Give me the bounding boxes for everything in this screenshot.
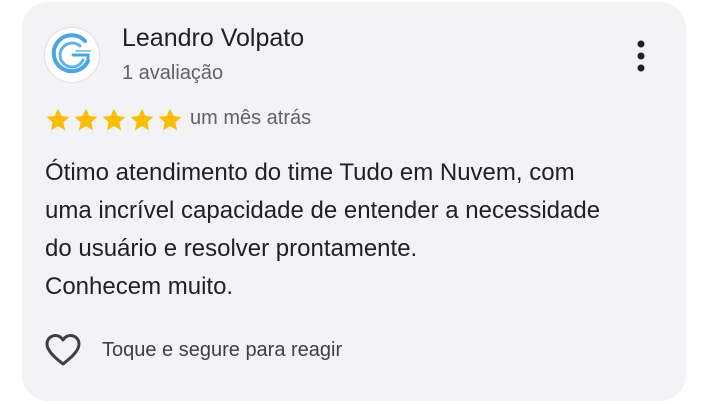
- star-icon: [44, 106, 72, 134]
- react-button[interactable]: Toque e segure para reagir: [44, 330, 342, 370]
- review-card: Leandro Volpato 1 avaliação um mês atrás…: [22, 2, 686, 401]
- review-text-line: uma incrível capacidade de entender a ne…: [45, 197, 601, 224]
- star-icon: [128, 106, 156, 134]
- reviewer-avatar[interactable]: [44, 27, 100, 83]
- star-icon: [72, 106, 100, 134]
- review-text-line: do usuário e resolver prontamente.: [45, 235, 418, 262]
- tudo-em-nuvem-logo-icon: [51, 33, 91, 74]
- star-icon: [156, 106, 184, 134]
- more-options-button[interactable]: [626, 36, 656, 76]
- star-rating: [44, 106, 184, 134]
- more-vertical-icon: [637, 40, 645, 72]
- reviewer-name[interactable]: Leandro Volpato: [122, 24, 304, 53]
- star-icon: [100, 106, 128, 134]
- react-label: Toque e segure para reagir: [102, 338, 343, 361]
- review-text-line: Ótimo atendimento do time Tudo em Nuvem,…: [45, 159, 575, 186]
- heart-outline-icon: [45, 334, 81, 366]
- review-text: Ótimo atendimento do time Tudo em Nuvem,…: [45, 154, 670, 306]
- review-count: 1 avaliação: [122, 62, 224, 84]
- review-time: um mês atrás: [190, 107, 312, 129]
- review-text-line: Conhecem muito.: [45, 273, 234, 300]
